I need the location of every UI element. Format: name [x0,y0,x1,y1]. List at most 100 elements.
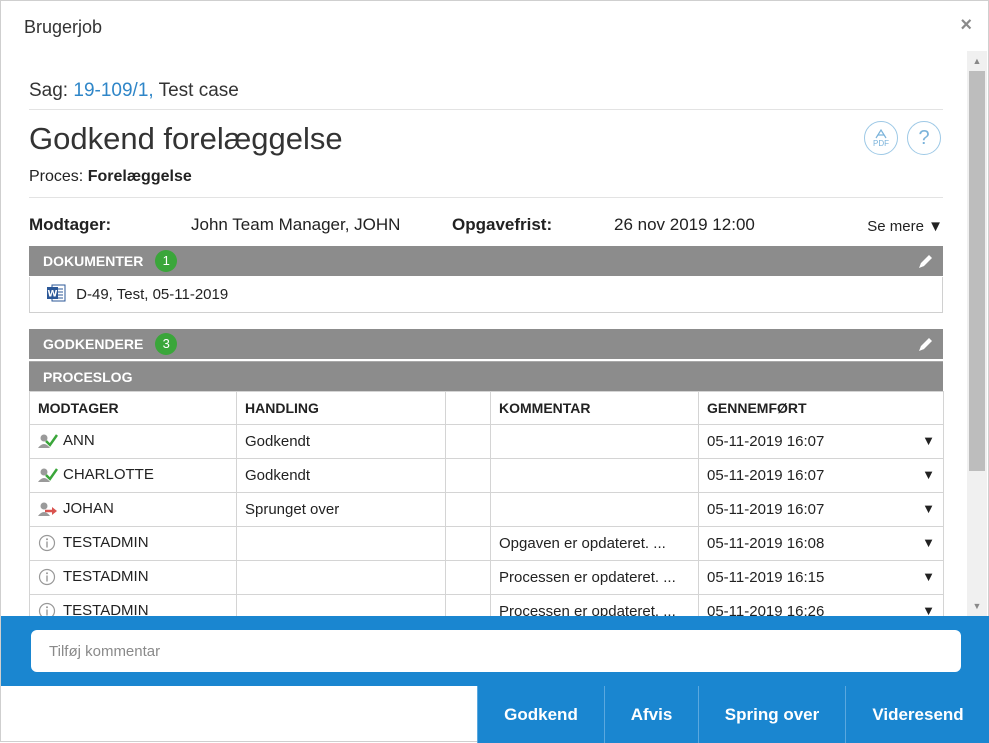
info-row: Modtager: John Team Manager, JOHN Opgave… [29,215,943,237]
recipient-cell: TESTADMIN [29,594,237,616]
case-number-link[interactable]: 19-109/1, [73,80,153,101]
done-date: 05-11-2019 16:07 [707,501,825,518]
scroll-down-arrow-icon[interactable]: ▼ [967,598,987,614]
info-icon [38,534,56,551]
pdf-icon [875,128,887,138]
comment-cell [490,492,699,527]
divider [29,197,943,198]
process-value: Forelæggelse [87,168,192,185]
documents-count-badge: 1 [155,250,178,273]
dialog-body: Sag: 19-109/1, Test case Godkend forelæg… [1,51,989,616]
page-title: Godkend forelæggelse [29,121,343,156]
case-label: Sag: [29,80,69,101]
recipient-name: ANN [63,432,95,450]
reject-button[interactable]: Afvis [604,686,698,743]
info-icon [38,602,56,616]
pdf-label: PDF [873,138,889,148]
recipient-cell: TESTADMIN [29,526,237,561]
process-log-header[interactable]: PROCESLOG [29,361,943,391]
scrollbar-thumb[interactable] [969,71,985,471]
expand-caret-icon[interactable]: ▼ [922,501,935,516]
documents-header[interactable]: DOKUMENTER 1 [29,246,943,276]
empty-cell [445,594,491,616]
expand-caret-icon[interactable]: ▼ [922,467,935,482]
empty-cell [445,458,491,493]
document-item[interactable]: W D-49, Test, 05-11-2019 [29,277,943,313]
empty-cell [445,424,491,459]
done-date: 05-11-2019 16:07 [707,433,825,450]
skip-button[interactable]: Spring over [698,686,845,743]
table-row[interactable]: TESTADMIN Opgaven er opdateret. ... 05-1… [29,526,944,561]
done-date: 05-11-2019 16:07 [707,467,825,484]
process-label: Proces: [29,168,84,185]
column-header[interactable]: HANDLING [236,391,446,425]
expand-caret-icon[interactable]: ▼ [922,569,935,584]
comment-cell [490,458,699,493]
recipient-name: TESTADMIN [63,602,149,616]
approved-user-icon [38,433,58,448]
recipient-cell: ANN [29,424,237,459]
action-cell [236,560,446,595]
action-cell: Sprunget over [236,492,446,527]
approve-button[interactable]: Godkend [477,686,604,743]
edit-pencil-icon[interactable] [917,252,935,270]
column-header [445,391,491,425]
table-row[interactable]: TESTADMIN Processen er opdateret. ... 05… [29,560,944,595]
comment-bar [1,616,989,686]
expand-caret-icon[interactable]: ▼ [922,433,935,448]
table-row[interactable]: ANN Godkendt 05-11-2019 16:07 ▼ [29,424,944,459]
comment-cell: Processen er opdateret. ... [490,560,699,595]
empty-cell [445,492,491,527]
process-log-table: MODTAGER HANDLING KOMMENTAR GENNEMFØRT A… [29,391,944,616]
table-row[interactable]: CHARLOTTE Godkendt 05-11-2019 16:07 ▼ [29,458,944,493]
column-header[interactable]: MODTAGER [29,391,237,425]
table-row[interactable]: TESTADMIN Processen er opdateret. ... 05… [29,594,944,616]
recipient-cell: TESTADMIN [29,560,237,595]
user-job-dialog: Brugerjob × Sag: 19-109/1, Test case God… [0,0,989,743]
scroll-up-arrow-icon[interactable]: ▲ [967,53,987,69]
recipient-cell: CHARLOTTE [29,458,237,493]
case-name: Test case [158,80,239,101]
done-date: 05-11-2019 16:15 [707,569,825,586]
svg-text:W: W [48,290,58,300]
empty-cell [445,526,491,561]
edit-pencil-icon[interactable] [917,335,935,353]
comment-cell [490,424,699,459]
approved-user-icon [38,467,58,482]
recipient-name: TESTADMIN [63,534,149,552]
done-date: 05-11-2019 16:26 [707,603,825,616]
approvers-header[interactable]: GODKENDERE 3 [29,329,943,359]
done-cell: 05-11-2019 16:08 ▼ [698,526,944,561]
vertical-scrollbar[interactable]: ▲ ▼ [967,51,987,616]
approvers-header-label: GODKENDERE [43,336,144,352]
action-cell [236,594,446,616]
comment-input[interactable] [31,630,961,672]
recipient-value: John Team Manager, JOHN [191,215,401,234]
dialog-title: Brugerjob [24,17,103,37]
deadline-value: 26 nov 2019 12:00 [614,215,755,234]
process-log-header-label: PROCESLOG [43,369,133,385]
recipient-name: CHARLOTTE [63,466,154,484]
help-button[interactable]: ? [907,121,941,155]
table-row[interactable]: JOHAN Sprunget over 05-11-2019 16:07 ▼ [29,492,944,527]
deadline-label: Opgavefrist: [452,215,553,234]
process-line: Proces: Forelæggelse [29,168,192,186]
divider [29,109,943,110]
see-more-link[interactable]: Se mere ▼ [867,218,943,235]
documents-header-label: DOKUMENTER [43,253,144,269]
action-footer: Godkend Afvis Spring over Videresend [1,686,989,743]
approvers-count-badge: 3 [155,333,178,356]
column-header[interactable]: KOMMENTAR [490,391,699,425]
done-cell: 05-11-2019 16:07 ▼ [698,492,944,527]
action-cell [236,526,446,561]
close-icon[interactable]: × [960,14,972,37]
action-cell: Godkendt [236,458,446,493]
pdf-button[interactable]: PDF [864,121,898,155]
expand-caret-icon[interactable]: ▼ [922,535,935,550]
forward-button[interactable]: Videresend [845,686,989,743]
column-header[interactable]: GENNEMFØRT [698,391,944,425]
recipient-name: JOHAN [63,500,114,518]
skipped-user-icon [38,502,57,516]
empty-cell [445,560,491,595]
expand-caret-icon[interactable]: ▼ [922,603,935,616]
